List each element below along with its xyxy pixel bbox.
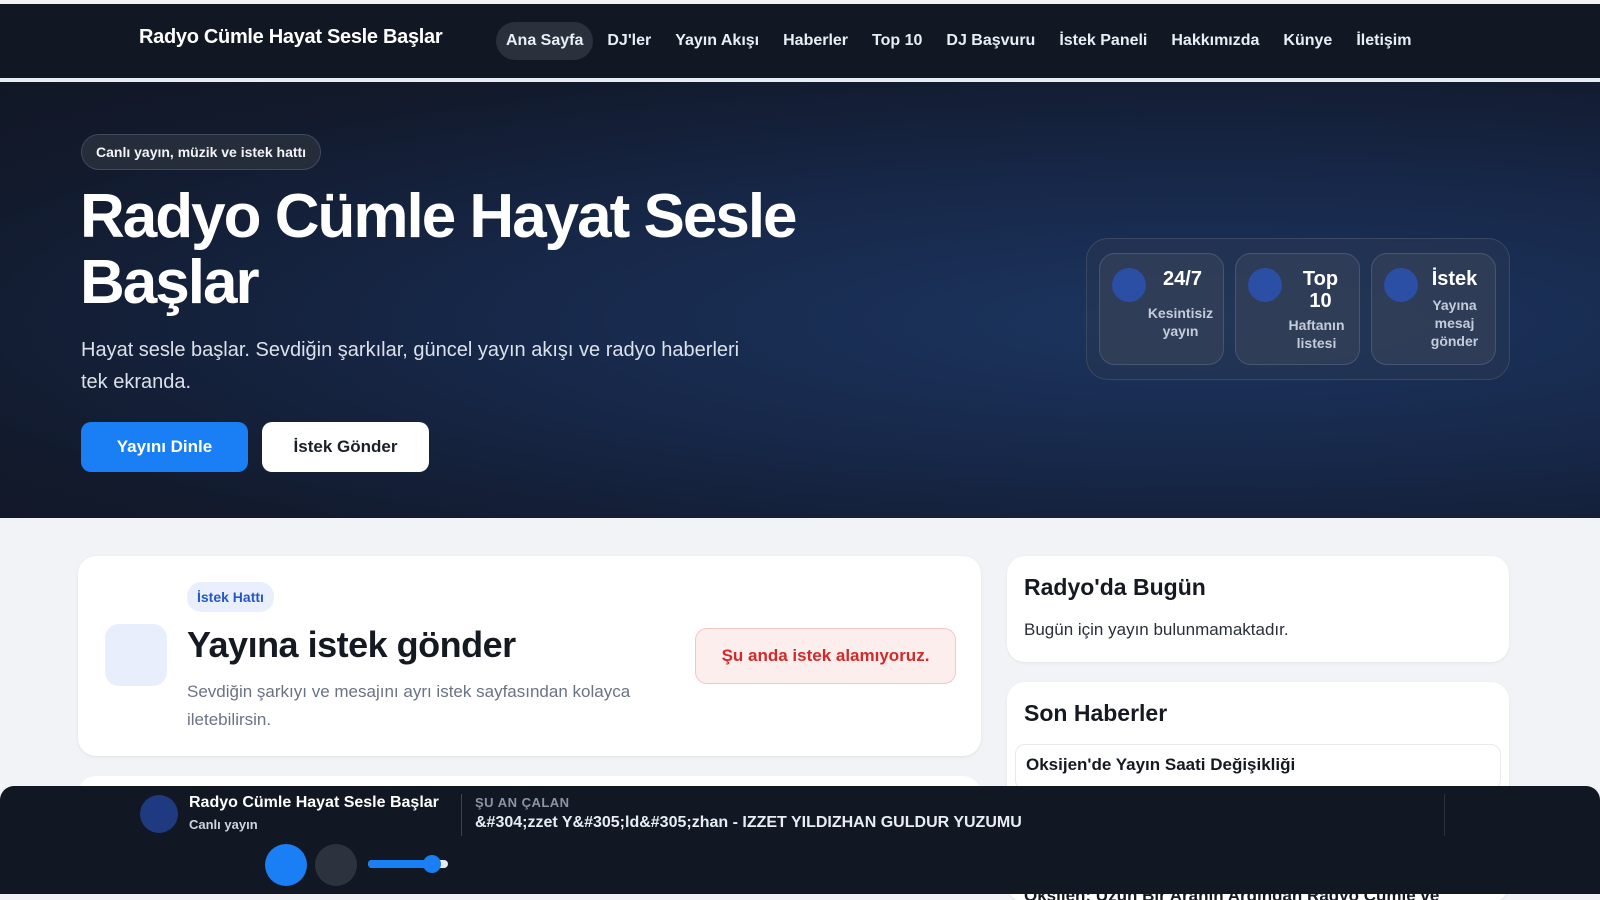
nav-request-panel[interactable]: İstek Paneli <box>1049 22 1157 60</box>
hero-stats-panel: 24/7 Kesintisiz yayın Top 10 Haftanın li… <box>1086 238 1510 380</box>
player-divider <box>461 794 462 836</box>
top-navigation-bar: Radyo Cümle Hayat Sesle Başlar Ana Sayfa… <box>0 0 1600 82</box>
now-playing-label: ŞU AN ÇALAN <box>475 795 570 810</box>
radio-player-bar: Radyo Cümle Hayat Sesle Başlar Canlı yay… <box>0 786 1600 894</box>
stat-label: Yayına mesaj gönder <box>1430 297 1479 349</box>
nav-news[interactable]: Haberler <box>773 22 858 60</box>
request-description: Sevdiğin şarkıyı ve mesajını ayrı istek … <box>187 682 631 729</box>
volume-slider[interactable] <box>368 855 448 873</box>
request-line-badge: İstek Hattı <box>187 582 274 612</box>
request-title: Yayına istek gönder <box>187 624 516 665</box>
nav-dj-application[interactable]: DJ Başvuru <box>936 22 1045 60</box>
play-button[interactable] <box>265 844 307 886</box>
stat-label: Kesintisiz yayın <box>1147 305 1214 339</box>
stat-circle-icon <box>1112 268 1146 302</box>
request-line-icon <box>105 624 167 686</box>
stat-card-top10: Top 10 Haftanın listesi <box>1235 253 1360 365</box>
listen-live-button[interactable]: Yayını Dinle <box>81 422 248 472</box>
news-item[interactable]: Oksijen'de Yayın Saati Değişikliği <box>1015 744 1501 790</box>
latest-news-title: Son Haberler <box>1024 700 1168 726</box>
request-card: İstek Hattı Yayına istek gönder Sevdiğin… <box>78 556 981 756</box>
hero-tag-pill: Canlı yayın, müzik ve istek hattı <box>81 134 322 170</box>
radio-today-title: Radyo'da Bugün <box>1024 574 1206 600</box>
stat-card-247: 24/7 Kesintisiz yayın <box>1099 253 1224 365</box>
nav-about[interactable]: Hakkımızda <box>1161 22 1269 60</box>
now-playing-title: &#304;zzet Y&#305;ld&#305;zhan - IZZET Y… <box>475 814 1022 831</box>
main-nav: Ana Sayfa DJ'ler Yayın Akışı Haberler To… <box>496 22 1421 60</box>
nav-contact[interactable]: İletişim <box>1346 22 1421 60</box>
requests-closed-alert: Şu anda istek alamıyoruz. <box>695 628 956 684</box>
stop-button[interactable] <box>315 844 357 886</box>
radio-today-card: Radyo'da Bugün Bugün için yayın bulunmam… <box>1007 556 1509 662</box>
stat-value: İstek <box>1431 268 1478 290</box>
send-request-button[interactable]: İstek Gönder <box>262 422 429 472</box>
stat-value: 24/7 <box>1163 268 1202 290</box>
nav-schedule[interactable]: Yayın Akışı <box>665 22 769 60</box>
hero-subtitle: Hayat sesle başlar. Sevdiğin şarkılar, g… <box>81 339 740 393</box>
news-item[interactable]: Oksijen: Uzun Bir Aranın Ardından Radyo … <box>1024 886 1439 900</box>
player-live-status: Canlı yayın <box>189 817 258 832</box>
hero-section: Canlı yayın, müzik ve istek hattı Radyo … <box>0 82 1600 518</box>
nav-imprint[interactable]: Künye <box>1273 22 1342 60</box>
stat-circle-icon <box>1384 268 1418 302</box>
radio-today-text: Bugün için yayın bulunmamaktadır. <box>1024 620 1289 639</box>
station-avatar <box>140 795 178 833</box>
player-station-name: Radyo Cümle Hayat Sesle Başlar <box>189 794 439 811</box>
stat-card-request: İstek Yayına mesaj gönder <box>1371 253 1496 365</box>
stat-label: Haftanın listesi <box>1288 317 1345 351</box>
stat-circle-icon <box>1248 268 1282 302</box>
hero-title: Radyo Cümle Hayat Sesle Başlar <box>80 182 798 317</box>
volume-handle[interactable] <box>423 855 441 873</box>
nav-djs[interactable]: DJ'ler <box>597 22 661 60</box>
nav-top10[interactable]: Top 10 <box>862 22 932 60</box>
nav-home[interactable]: Ana Sayfa <box>496 22 594 60</box>
site-brand[interactable]: Radyo Cümle Hayat Sesle Başlar <box>139 26 443 49</box>
stat-value: Top 10 <box>1302 268 1339 312</box>
player-divider-right <box>1444 794 1445 836</box>
